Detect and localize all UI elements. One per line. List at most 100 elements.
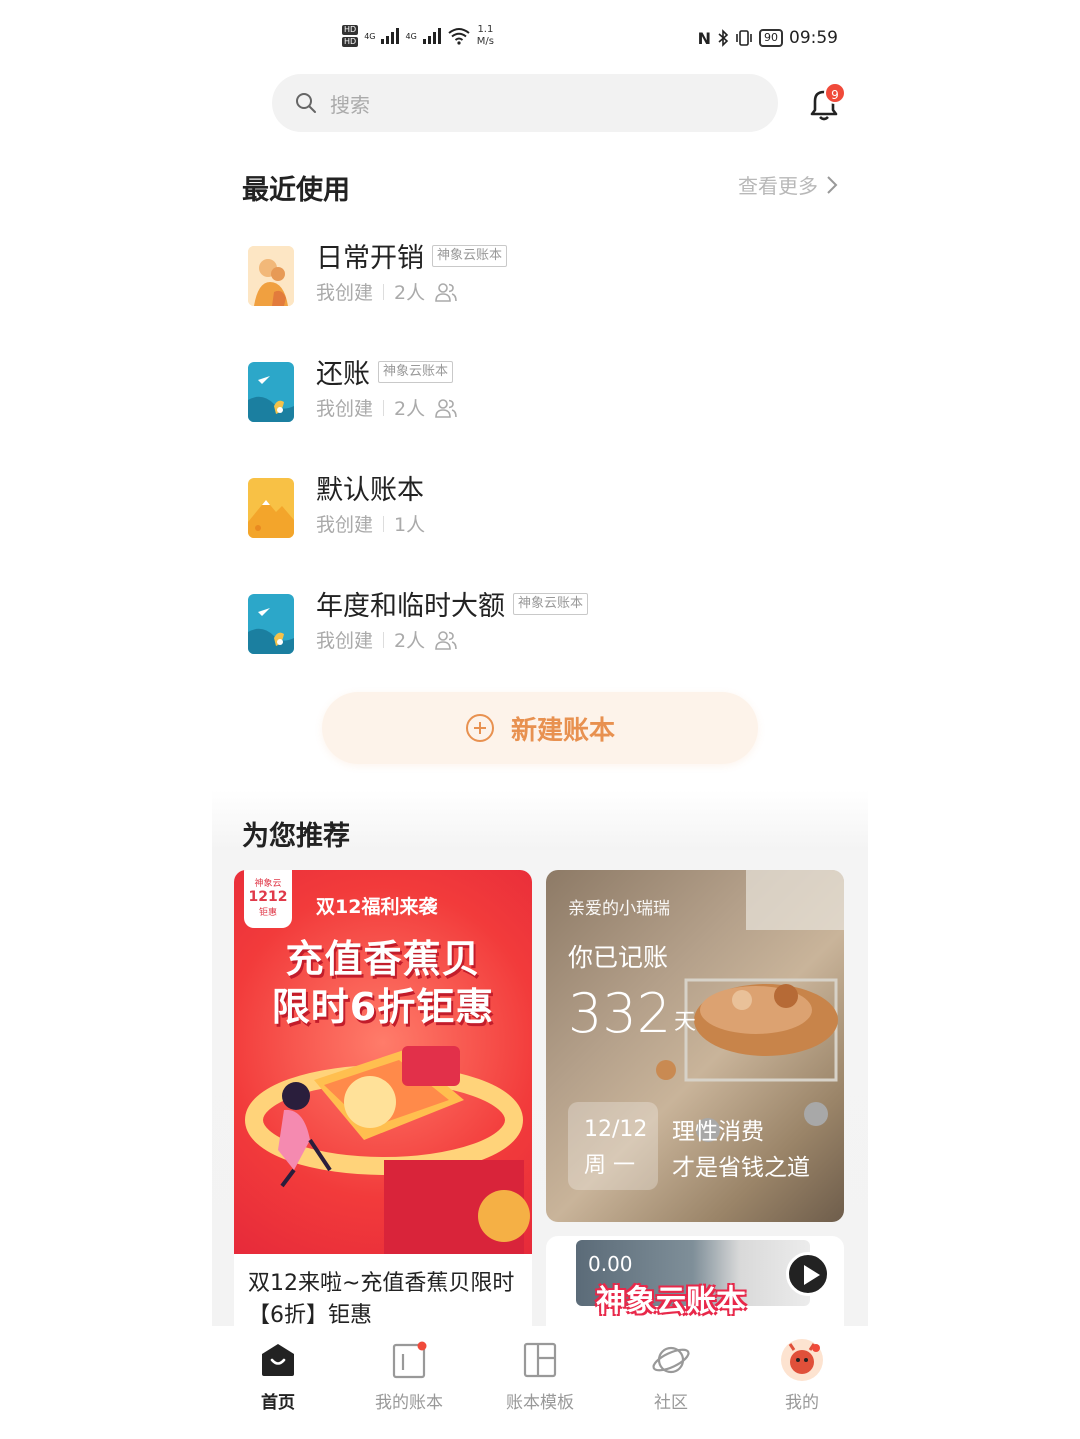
days-unit: 天 bbox=[674, 1010, 697, 1035]
divider bbox=[383, 515, 385, 532]
status-right: N 90 09:59 bbox=[698, 28, 838, 48]
video-amount: 0.00 bbox=[588, 1252, 633, 1276]
new-book-button[interactable]: 新建账本 bbox=[322, 692, 758, 764]
stamp-brand: 神象云 bbox=[254, 879, 282, 889]
vibrate-icon bbox=[736, 30, 752, 46]
recent-title: 最近使用 bbox=[242, 175, 350, 206]
nfc-icon: N bbox=[697, 28, 711, 48]
book-name-row: 年度和临时大额 神象云账本 bbox=[316, 584, 589, 623]
promo-top-line: 双12福利来袭 bbox=[316, 896, 438, 918]
battery-icon: 90 bbox=[759, 29, 783, 47]
app-screen: HD HD 4G 4G 1.1 M/s N 90 09:59 搜索 9 最近使用… bbox=[212, 0, 868, 1439]
days-count: 332 bbox=[568, 982, 672, 1045]
home-icon bbox=[258, 1340, 298, 1380]
book-meta: 我创建 2人 bbox=[316, 626, 457, 653]
member-count: 2人 bbox=[394, 398, 426, 420]
book-item[interactable]: 年度和临时大额 神象云账本 我创建 2人 bbox=[242, 584, 832, 664]
promo-caption: 双12来啦~充值香蕉贝限时【6折】钜惠 bbox=[248, 1271, 515, 1328]
book-meta: 我创建 1人 bbox=[316, 510, 425, 537]
tab-label: 我的 bbox=[785, 1393, 819, 1413]
date-box: 12/12 周 一 bbox=[568, 1102, 658, 1190]
tab-templates[interactable]: 账本模板 bbox=[485, 1340, 595, 1413]
stats-line: 你已记账 bbox=[568, 943, 669, 972]
book-name: 还账 bbox=[316, 359, 370, 390]
signal-icon bbox=[422, 28, 441, 44]
divider bbox=[383, 631, 385, 648]
cloud-tag: 神象云账本 bbox=[513, 592, 589, 615]
recommend-title: 为您推荐 bbox=[242, 821, 350, 852]
book-cover bbox=[248, 478, 294, 538]
book-name: 默认账本 bbox=[316, 475, 424, 506]
play-icon[interactable] bbox=[786, 1252, 830, 1296]
weekday: 周 一 bbox=[584, 1153, 635, 1178]
tab-label: 账本模板 bbox=[506, 1393, 574, 1413]
signal-icon bbox=[381, 28, 400, 44]
plus-circle-icon bbox=[465, 714, 494, 742]
promo-banner: 神象云 1212 钜惠 双12福利来袭 充值香蕉贝 限时6折钜惠 bbox=[234, 870, 532, 1254]
bottom-nav: 首页 我的账本 账本模板 社区 我的 bbox=[212, 1326, 868, 1439]
book-name-row: 默认账本 bbox=[316, 468, 424, 507]
book-cover bbox=[248, 246, 294, 306]
quote-line: 理性消费 bbox=[672, 1119, 764, 1145]
tab-label: 首页 bbox=[261, 1393, 295, 1413]
book-item[interactable]: 默认账本 我创建 1人 bbox=[242, 468, 832, 548]
book-creator: 我创建 bbox=[316, 398, 374, 420]
book-item[interactable]: 还账 神象云账本 我创建 2人 bbox=[242, 352, 832, 432]
hd-badge: HD bbox=[342, 37, 359, 47]
avatar bbox=[781, 1339, 823, 1381]
member-count: 2人 bbox=[394, 282, 426, 304]
stats-card[interactable]: 亲爱的小瑞瑞 你已记账 332 天 12/12 周 一 理性消费 才是省钱之道 bbox=[546, 870, 844, 1222]
status-bar: HD HD 4G 4G 1.1 M/s N 90 09:59 bbox=[212, 22, 868, 60]
cloud-tag: 神象云账本 bbox=[378, 360, 454, 383]
bluetooth-icon bbox=[718, 29, 729, 47]
planet-icon bbox=[651, 1340, 691, 1380]
divider bbox=[383, 399, 385, 416]
book-meta: 我创建 2人 bbox=[316, 394, 457, 421]
book-cover bbox=[248, 362, 294, 422]
book-item[interactable]: 日常开销 神象云账本 我创建 2人 bbox=[242, 236, 832, 316]
video-title: 神象云账本 bbox=[596, 1284, 746, 1319]
tab-my-books[interactable]: 我的账本 bbox=[354, 1340, 464, 1413]
video-card[interactable]: 0.00 神象云账本 bbox=[546, 1236, 844, 1336]
hd-indicator: HD HD bbox=[342, 25, 359, 47]
book-cover bbox=[248, 594, 294, 654]
network-type: 4G bbox=[364, 31, 376, 41]
quote-line: 才是省钱之道 bbox=[672, 1155, 810, 1181]
promo-stamp: 神象云 1212 钜惠 bbox=[244, 870, 292, 928]
member-count: 2人 bbox=[394, 630, 426, 652]
members-icon bbox=[435, 398, 457, 418]
date: 12/12 bbox=[584, 1117, 648, 1142]
network-speed: 1.1 M/s bbox=[477, 24, 494, 48]
tab-community[interactable]: 社区 bbox=[616, 1340, 726, 1413]
book-name-row: 日常开销 神象云账本 bbox=[316, 236, 508, 275]
book-creator: 我创建 bbox=[316, 630, 374, 652]
tab-home[interactable]: 首页 bbox=[223, 1340, 333, 1413]
chevron-right-icon bbox=[827, 175, 838, 194]
book-icon bbox=[389, 1340, 429, 1380]
tab-me[interactable]: 我的 bbox=[747, 1339, 857, 1413]
view-more-label: 查看更多 bbox=[738, 174, 818, 198]
promo-card[interactable]: 神象云 1212 钜惠 双12福利来袭 充值香蕉贝 限时6折钜惠 双12来啦~充… bbox=[234, 870, 532, 1340]
status-left: HD HD 4G 4G 1.1 M/s bbox=[342, 24, 494, 48]
clock: 09:59 bbox=[789, 28, 838, 48]
members-icon bbox=[435, 282, 457, 302]
promo-headline: 充值香蕉贝 bbox=[285, 937, 481, 981]
wifi-icon bbox=[448, 28, 470, 45]
hd-badge: HD bbox=[342, 25, 359, 35]
book-creator: 我创建 bbox=[316, 514, 374, 536]
search-bar[interactable]: 搜索 bbox=[272, 74, 778, 132]
cloud-tag: 神象云账本 bbox=[432, 244, 508, 267]
new-book-label: 新建账本 bbox=[510, 715, 615, 746]
book-meta: 我创建 2人 bbox=[316, 278, 457, 305]
speed-value: 1.1 bbox=[477, 24, 494, 35]
member-count: 1人 bbox=[394, 514, 426, 536]
template-icon bbox=[520, 1340, 560, 1380]
speed-unit: M/s bbox=[476, 36, 494, 47]
tab-label: 社区 bbox=[654, 1393, 688, 1413]
view-more-link[interactable]: 查看更多 bbox=[738, 170, 838, 199]
promo-headline: 限时6折钜惠 bbox=[271, 985, 495, 1029]
book-name: 年度和临时大额 bbox=[316, 591, 505, 622]
greeting: 亲爱的小瑞瑞 bbox=[568, 899, 670, 919]
book-creator: 我创建 bbox=[316, 282, 374, 304]
tab-label: 我的账本 bbox=[375, 1393, 443, 1413]
